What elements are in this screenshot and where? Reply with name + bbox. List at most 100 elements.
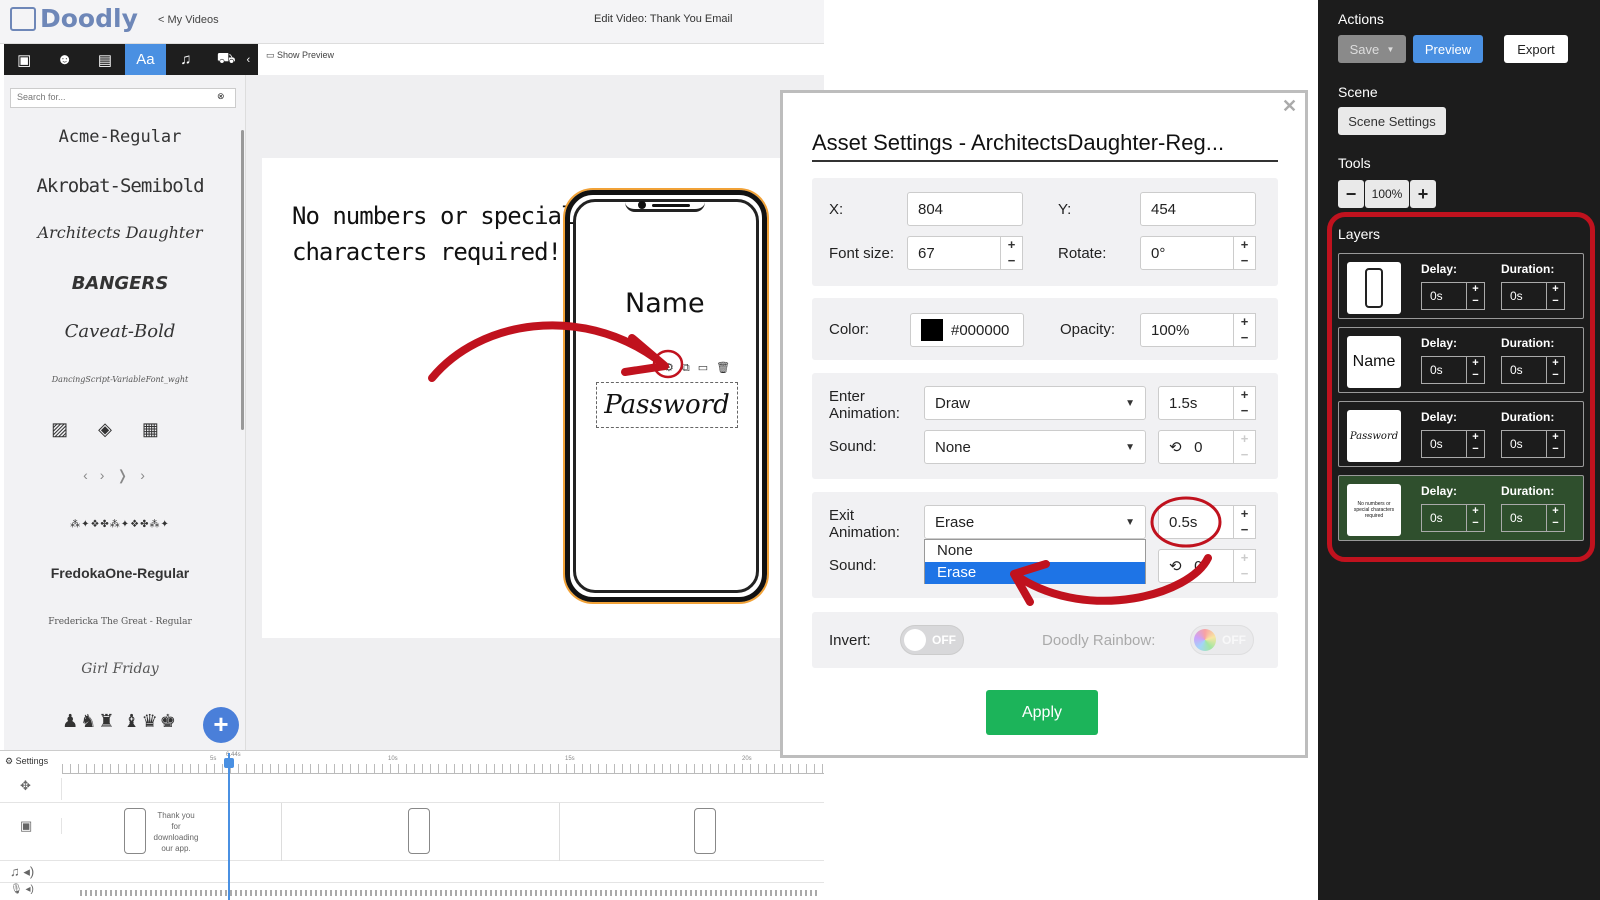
font-item[interactable]: Acme-Regular bbox=[4, 127, 236, 147]
invert-state: OFF bbox=[932, 633, 956, 647]
my-videos-link[interactable]: < My Videos bbox=[158, 14, 219, 26]
characters-icon[interactable]: ☻ bbox=[44, 44, 84, 75]
chevron-down-icon: ▼ bbox=[1125, 516, 1135, 528]
logo-text: Doodly bbox=[40, 4, 138, 33]
font-item[interactable]: Architects Daughter bbox=[4, 223, 236, 242]
font-item[interactable]: Girl Friday bbox=[4, 661, 236, 677]
edit-video-title: Edit Video: Thank You Email bbox=[594, 13, 733, 25]
invert-label: Invert: bbox=[829, 632, 871, 649]
font-item[interactable]: FredokaOne-Regular bbox=[4, 565, 236, 581]
rotate-input[interactable]: 0° bbox=[1140, 236, 1234, 270]
zoom-in-button[interactable]: + bbox=[1410, 180, 1436, 208]
enter-loop-stepper[interactable]: + − bbox=[1234, 430, 1256, 464]
music-icon[interactable]: ♫ bbox=[166, 44, 206, 75]
font-scrollbar[interactable] bbox=[241, 130, 244, 430]
zoom-out-button[interactable]: − bbox=[1338, 180, 1364, 208]
opacity-input[interactable]: 100% bbox=[1140, 313, 1234, 347]
image-icon[interactable]: ▣ bbox=[4, 44, 44, 75]
enter-animation-select[interactable]: Draw ▼ bbox=[924, 386, 1146, 420]
enter-duration-stepper[interactable]: + − bbox=[1234, 386, 1256, 420]
clip-thumbnail bbox=[694, 808, 716, 854]
toggle-knob bbox=[904, 629, 926, 651]
invert-toggle[interactable]: OFF bbox=[900, 625, 964, 655]
rotate-stepper[interactable]: + − bbox=[1234, 236, 1256, 270]
scene-image-icon[interactable]: ▣ bbox=[0, 818, 62, 834]
loop-icon: ⟲ bbox=[1169, 439, 1182, 456]
color-swatch bbox=[921, 319, 943, 341]
color-picker[interactable]: #000000 bbox=[910, 313, 1024, 347]
exit-loop-stepper[interactable]: + − bbox=[1234, 549, 1256, 583]
timeline-row-music bbox=[0, 861, 824, 883]
doodly-logo[interactable]: Doodly bbox=[10, 4, 138, 33]
font-item-arrows[interactable]: ‹›❭› bbox=[4, 467, 236, 484]
close-icon[interactable]: ✕ bbox=[1282, 96, 1297, 117]
rotate-label: Rotate: bbox=[1058, 245, 1107, 262]
asset-toolbar: ▣ ☻ ▤ Aa ♫ ⛟ ‹ bbox=[4, 44, 258, 75]
show-preview-toggle[interactable]: ▭ Show Preview bbox=[266, 50, 334, 61]
timeline-ruler[interactable] bbox=[62, 764, 824, 774]
enter-sound-value: None bbox=[935, 438, 971, 456]
tools-heading: Tools bbox=[1338, 155, 1371, 171]
enter-animation-label: Enter Animation: bbox=[829, 388, 900, 422]
exit-animation-value: Erase bbox=[935, 513, 975, 531]
save-label: Save bbox=[1349, 41, 1380, 57]
font-item[interactable]: Caveat-Bold bbox=[4, 321, 236, 342]
exit-animation-label: Exit Animation: bbox=[829, 507, 900, 541]
rainbow-toggle[interactable]: OFF bbox=[1190, 625, 1254, 655]
music-note-icon[interactable]: ♫ ◂) bbox=[10, 864, 34, 880]
scene-heading: Scene bbox=[1338, 84, 1378, 100]
font-size-input[interactable]: 67 bbox=[907, 236, 1001, 270]
font-item[interactable]: Akrobat-Semibold bbox=[4, 175, 236, 197]
annotation-circle-duration bbox=[1150, 496, 1222, 548]
font-item-symbols[interactable]: ▨◈▦ bbox=[4, 419, 236, 440]
enter-duration-input[interactable]: 1.5s bbox=[1158, 386, 1234, 420]
opacity-stepper[interactable]: + − bbox=[1234, 313, 1256, 347]
tick-label: 5s bbox=[210, 756, 217, 762]
font-item-people[interactable]: ♟♞♜ ♝♛♚ bbox=[4, 711, 236, 732]
font-search-input[interactable]: Search for... bbox=[10, 88, 236, 108]
canvas-text[interactable]: No numbers or special characters require… bbox=[292, 198, 575, 270]
font-item[interactable]: BANGERS bbox=[4, 273, 236, 294]
clear-search-icon[interactable]: ⊗ bbox=[217, 91, 225, 102]
export-button[interactable]: Export bbox=[1504, 35, 1568, 63]
cart-icon[interactable]: ⛟ bbox=[206, 44, 246, 75]
x-input[interactable]: 804 bbox=[907, 192, 1023, 226]
font-item[interactable]: Fredericka The Great - Regular bbox=[4, 617, 236, 627]
mic-icon[interactable]: 🎙 ◂) bbox=[10, 884, 34, 895]
scene-settings-button[interactable]: Scene Settings bbox=[1338, 107, 1446, 135]
apply-button[interactable]: Apply bbox=[986, 690, 1098, 735]
timeline-clip[interactable] bbox=[560, 803, 824, 861]
move-icon[interactable]: ✥ bbox=[0, 778, 62, 800]
props-icon[interactable]: ▤ bbox=[85, 44, 125, 75]
tick-label: 20s bbox=[742, 756, 752, 762]
text-icon[interactable]: Aa bbox=[125, 44, 166, 75]
playhead-line[interactable] bbox=[228, 753, 230, 900]
exit-duration-stepper[interactable]: + − bbox=[1234, 505, 1256, 539]
rainbow-icon bbox=[1194, 629, 1216, 651]
save-button[interactable]: Save ▼ bbox=[1338, 35, 1406, 63]
chevron-down-icon: ▼ bbox=[1386, 44, 1395, 54]
y-input[interactable]: 454 bbox=[1140, 192, 1256, 226]
font-size-stepper[interactable]: + − bbox=[1001, 236, 1023, 270]
preview-button[interactable]: Preview bbox=[1413, 35, 1483, 63]
enter-loop-input[interactable]: ⟲ 0 bbox=[1158, 430, 1234, 464]
rainbow-label: Doodly Rainbow: bbox=[1042, 632, 1156, 649]
collapse-chevron-icon[interactable]: ‹ bbox=[246, 44, 258, 75]
timeline-settings-label: Settings bbox=[15, 756, 49, 766]
phone-camera bbox=[638, 201, 646, 209]
annotation-arrow-canvas bbox=[428, 321, 669, 382]
enter-loop-value: 0 bbox=[1194, 438, 1203, 456]
font-item[interactable]: DancingScript-VariableFont_wght bbox=[4, 375, 236, 384]
rainbow-state: OFF bbox=[1222, 633, 1246, 647]
opacity-label: Opacity: bbox=[1060, 321, 1116, 338]
color-label: Color: bbox=[829, 321, 870, 338]
timeline-settings[interactable]: ⚙ Settings bbox=[5, 756, 48, 767]
annotation-circle-gear bbox=[652, 349, 684, 379]
exit-animation-select[interactable]: Erase ▼ bbox=[924, 505, 1146, 539]
font-item-silhouettes[interactable]: ⁂✦❖✤⁂✦❖✤⁂✦ bbox=[4, 519, 236, 530]
chevron-down-icon: ▼ bbox=[1125, 397, 1135, 409]
tick-label: 15s bbox=[565, 756, 575, 762]
audio-waveform[interactable] bbox=[80, 890, 820, 896]
enter-sound-select[interactable]: None ▼ bbox=[924, 430, 1146, 464]
add-font-button[interactable]: + bbox=[203, 707, 239, 743]
